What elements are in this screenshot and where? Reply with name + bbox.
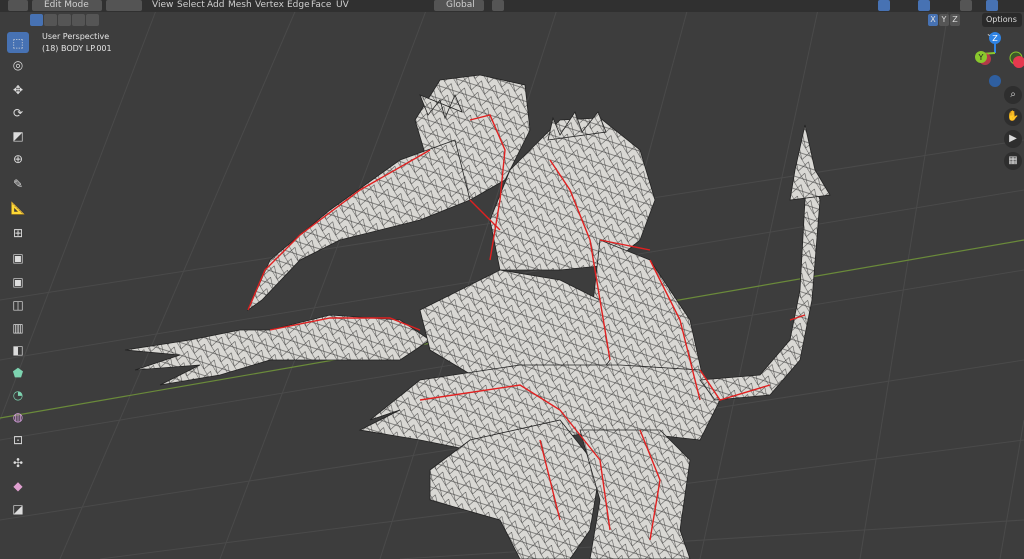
mode-label: Edit Mode <box>44 0 89 10</box>
menu-mesh[interactable]: Mesh <box>228 0 252 11</box>
orientation-dropdown[interactable]: Global <box>434 0 484 11</box>
pivot-icon[interactable] <box>492 0 504 11</box>
to-sphere-icon[interactable]: ◪ <box>7 498 29 519</box>
pan-hand-icon[interactable]: ✋ <box>1004 108 1022 126</box>
object-name: (18) BODY LP.001 <box>42 44 112 53</box>
smooth-icon[interactable]: ◍ <box>7 406 29 427</box>
mirror-axis-buttons: X Y Z <box>928 14 960 26</box>
select-box-icon[interactable]: ⬚ <box>7 32 29 53</box>
menu-add[interactable]: Add <box>207 0 224 11</box>
camera-icon[interactable]: ▶ <box>1004 130 1022 148</box>
selection-mode-group <box>30 14 99 26</box>
xray-toggle[interactable] <box>960 0 972 11</box>
zoom-icon[interactable]: ⌕ <box>1004 86 1022 104</box>
menu-view[interactable]: View <box>152 0 173 11</box>
rotate-icon[interactable]: ⟳ <box>7 102 29 123</box>
mesh-creature <box>124 74 831 559</box>
shading-solid[interactable] <box>986 0 998 11</box>
inset-icon[interactable]: ▣ <box>7 271 29 292</box>
mode-dropdown[interactable]: Edit Mode <box>32 0 102 11</box>
viewport-header: Edit Mode View Select Add Mesh Vertex Ed… <box>0 0 1024 12</box>
mirror-z-button[interactable]: Z <box>950 14 960 26</box>
knife-icon[interactable]: ◧ <box>7 339 29 360</box>
editor-type-button[interactable] <box>8 0 28 11</box>
bevel-icon[interactable]: ◫ <box>7 294 29 315</box>
poly-build-icon[interactable]: ⬟ <box>7 362 29 383</box>
select-subtract-icon[interactable] <box>58 14 71 26</box>
select-mode-buttons[interactable] <box>106 0 142 11</box>
rip-icon[interactable]: ◆ <box>7 475 29 496</box>
extrude-icon[interactable]: ▣ <box>7 247 29 268</box>
spin-icon[interactable]: ◔ <box>7 384 29 405</box>
3d-viewport[interactable] <box>0 0 1024 559</box>
viewport-info: User Perspective (18) BODY LP.001 <box>42 31 112 55</box>
shrink-fatten-icon[interactable]: ⊡ <box>7 429 29 450</box>
shear-icon[interactable]: ✣ <box>7 452 29 473</box>
view-name: User Perspective <box>42 32 110 41</box>
select-new-icon[interactable] <box>30 14 43 26</box>
gizmo-toggle[interactable] <box>878 0 890 11</box>
navigation-gizmo[interactable]: Z Y <box>968 28 1024 88</box>
select-invert-icon[interactable] <box>72 14 85 26</box>
z-label: Z <box>992 34 998 43</box>
mirror-y-button[interactable]: Y <box>939 14 949 26</box>
perspective-grid-icon[interactable]: ▦ <box>1004 152 1022 170</box>
scale-icon[interactable]: ◩ <box>7 125 29 146</box>
options-dropdown[interactable]: Options ⌄ <box>982 13 1022 38</box>
menu-face[interactable]: Face <box>311 0 331 11</box>
measure-icon[interactable]: 📐 <box>7 197 29 218</box>
menu-select[interactable]: Select <box>177 0 205 11</box>
select-intersect-icon[interactable] <box>86 14 99 26</box>
y-label: Y <box>978 53 984 62</box>
select-extend-icon[interactable] <box>44 14 57 26</box>
options-label: Options <box>986 15 1017 24</box>
move-icon[interactable]: ✥ <box>7 79 29 100</box>
add-cube-icon[interactable]: ⊞ <box>7 222 29 243</box>
cursor-icon[interactable]: ◎ <box>7 54 29 75</box>
mirror-x-button[interactable]: X <box>928 14 938 26</box>
neg-z-dot[interactable] <box>989 75 1001 87</box>
overlay-toggle[interactable] <box>918 0 930 11</box>
annotate-icon[interactable]: ✎ <box>7 173 29 194</box>
menu-vertex[interactable]: Vertex <box>255 0 284 11</box>
transform-icon[interactable]: ⊕ <box>7 148 29 169</box>
loop-cut-icon[interactable]: ▥ <box>7 317 29 338</box>
orientation-label: Global <box>446 0 475 10</box>
menu-uv[interactable]: UV <box>336 0 349 11</box>
menu-edge[interactable]: Edge <box>287 0 310 11</box>
